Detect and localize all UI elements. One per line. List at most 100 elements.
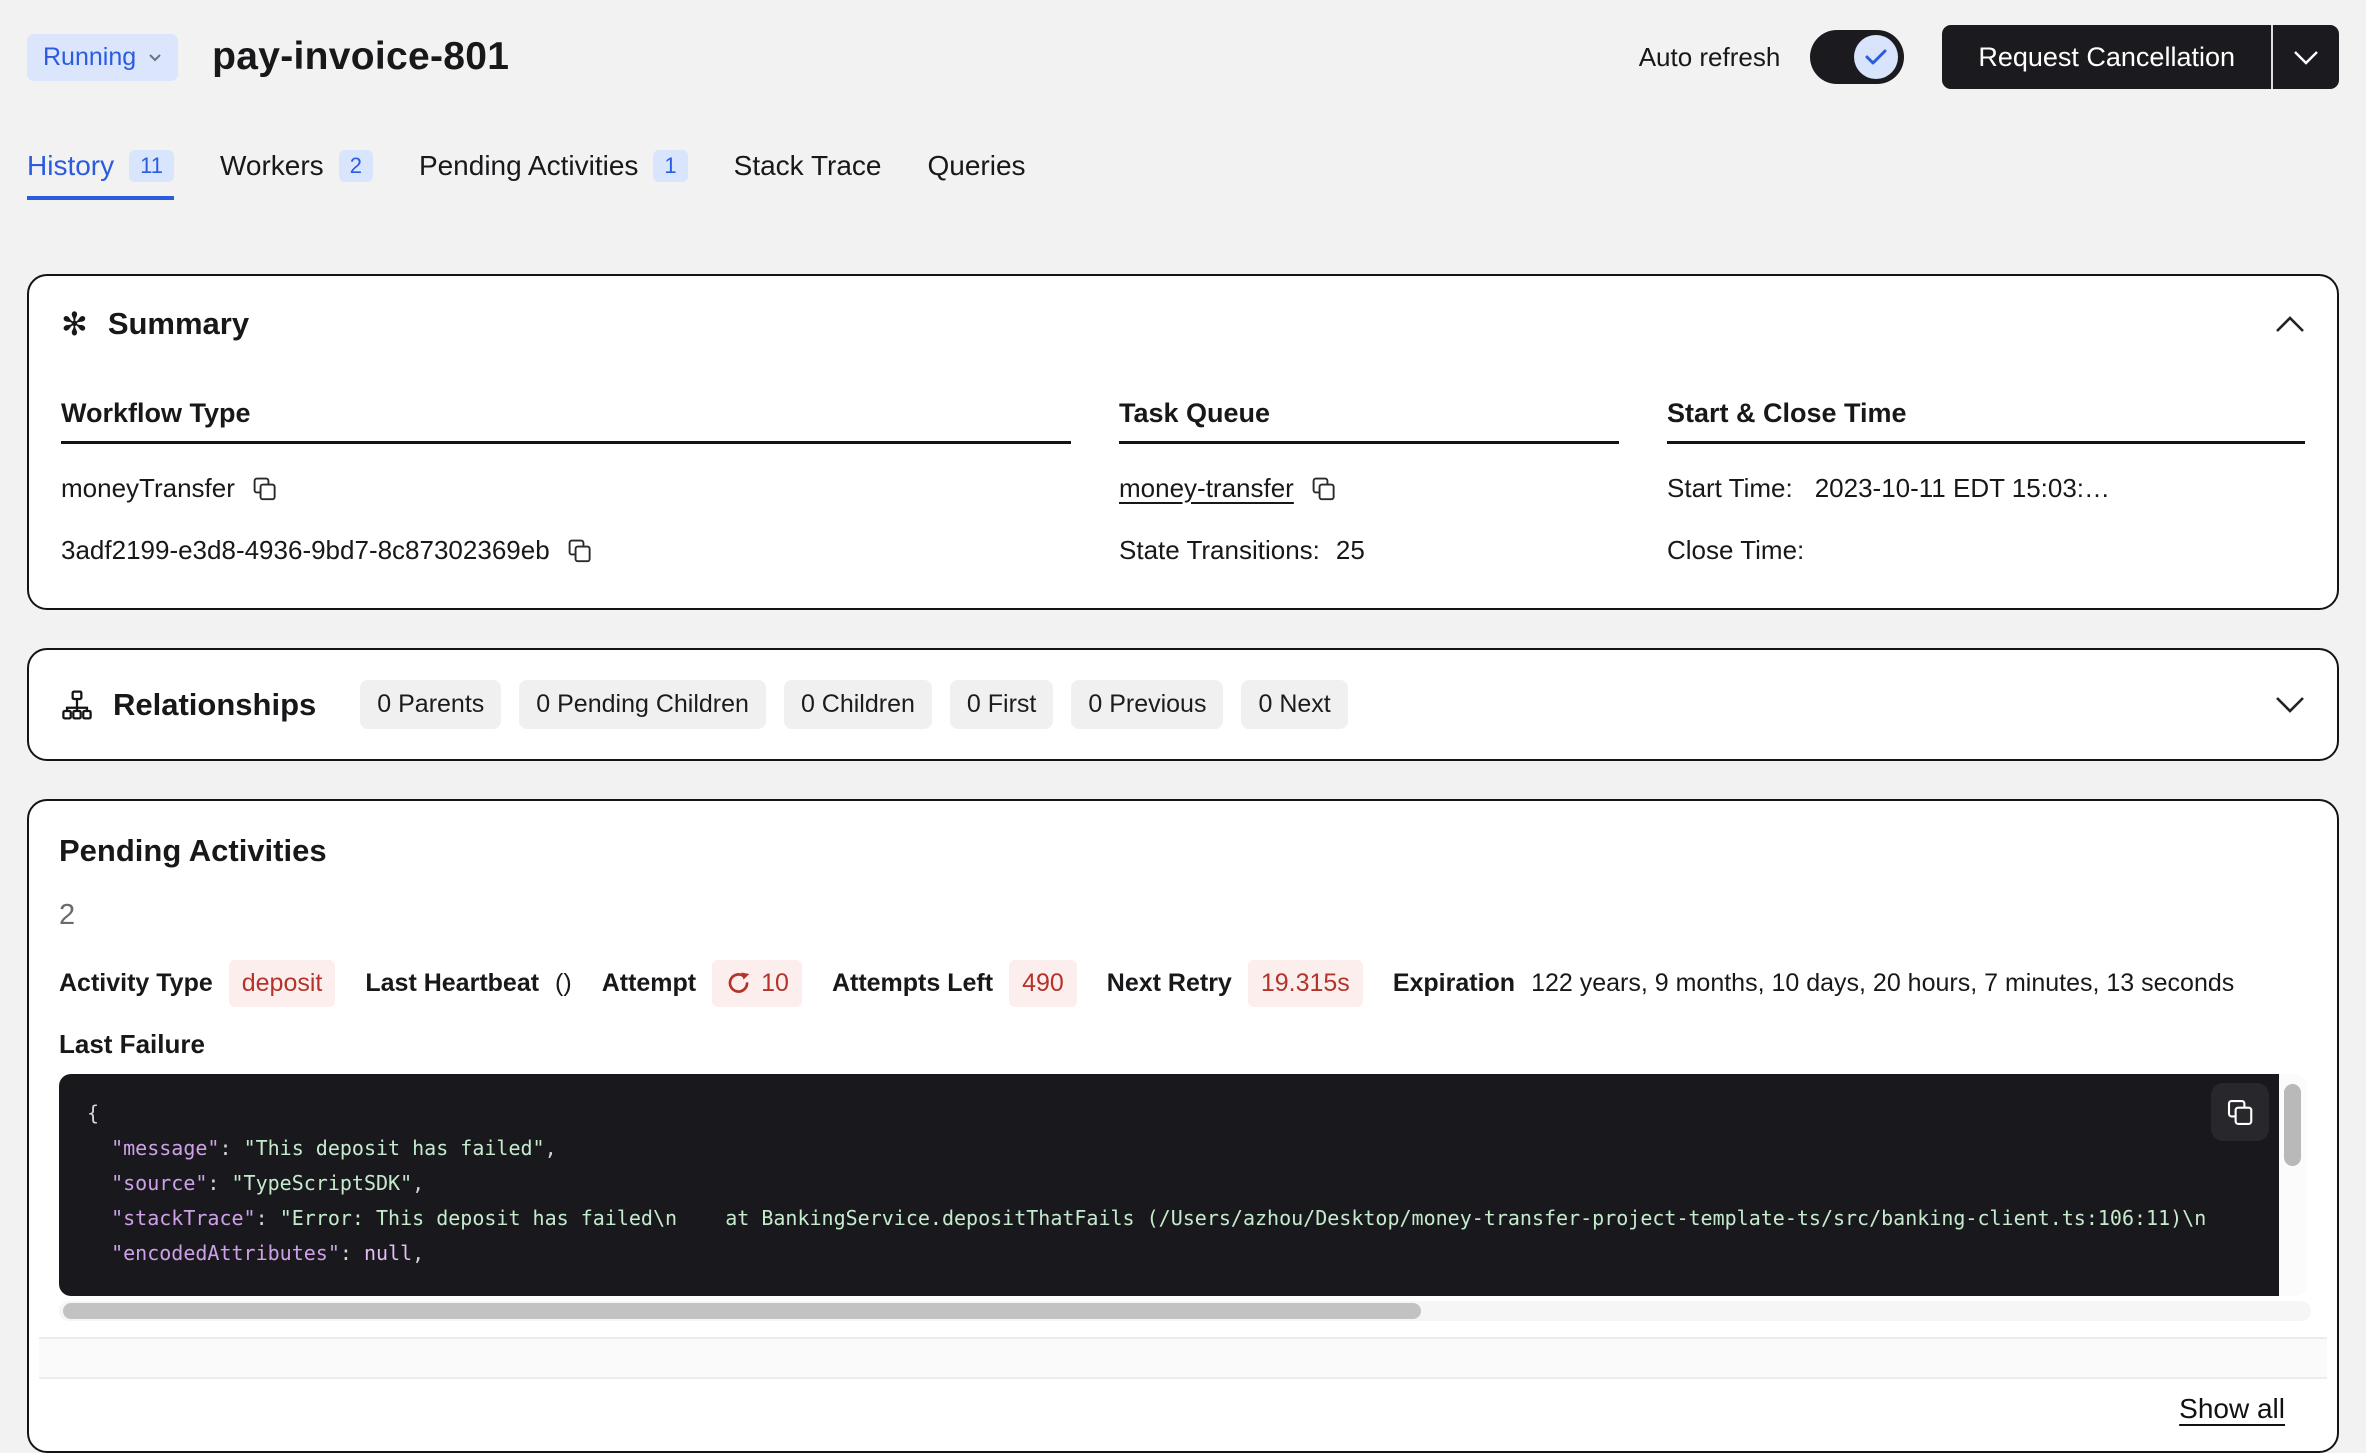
vertical-scrollbar-thumb[interactable]: [2284, 1084, 2301, 1166]
horizontal-scrollbar-thumb[interactable]: [63, 1303, 1421, 1319]
last-failure-viewer: { "message": "This deposit has failed", …: [59, 1074, 2307, 1296]
copy-button[interactable]: [1310, 475, 1337, 502]
horizontal-scrollbar: [59, 1301, 2311, 1321]
start-time-label: Start Time:: [1667, 473, 1793, 504]
request-cancellation-split-button: Request Cancellation: [1942, 25, 2339, 89]
relationship-count-pill: 0 Pending Children: [519, 680, 766, 729]
next-retry-label: Next Retry: [1107, 969, 1232, 998]
task-queue-column: Task Queue money-transfer State Transiti…: [1119, 398, 1619, 568]
attempt-value: 10: [761, 969, 789, 998]
toggle-knob: [1854, 35, 1898, 79]
close-time-label: Close Time:: [1667, 535, 1804, 566]
relationships-expand-button[interactable]: [2275, 696, 2305, 713]
last-heartbeat-value: (): [555, 969, 572, 998]
chevron-down-icon: [2293, 50, 2319, 65]
expiration-label: Expiration: [1393, 969, 1515, 998]
code-copy-button[interactable]: [2211, 1083, 2269, 1141]
auto-refresh-toggle[interactable]: [1810, 30, 1904, 84]
tab-label: Queries: [928, 150, 1026, 182]
task-queue-link[interactable]: money-transfer: [1119, 473, 1294, 504]
tab-count-badge: 11: [129, 150, 174, 182]
request-cancellation-button[interactable]: Request Cancellation: [1942, 25, 2271, 89]
start-close-time-header: Start & Close Time: [1667, 398, 2305, 444]
pending-activities-count: 2: [59, 899, 2307, 932]
task-queue-header: Task Queue: [1119, 398, 1619, 444]
tab-stack-trace[interactable]: Stack Trace: [734, 150, 882, 200]
run-id-value: 3adf2199-e3d8-4936-9bd7-8c87302369eb: [61, 535, 550, 566]
hierarchy-icon: [61, 689, 93, 721]
summary-card: ✻ Summary Workflow Type moneyTransfer 3a…: [27, 274, 2339, 610]
start-close-time-column: Start & Close Time Start Time: 2023-10-1…: [1667, 398, 2305, 568]
relationship-count-pill: 0 Parents: [360, 680, 501, 729]
code-line: {: [87, 1096, 2251, 1131]
chevron-up-icon: [2275, 316, 2305, 333]
relationships-card: Relationships 0 Parents 0 Pending Childre…: [27, 648, 2339, 761]
relationship-count-pill: 0 Next: [1241, 680, 1347, 729]
check-icon: [1865, 48, 1887, 66]
next-retry-badge: 19.315s: [1248, 960, 1363, 1007]
tab-history[interactable]: History 11: [27, 150, 174, 200]
relationship-count-pill: 0 Previous: [1071, 680, 1223, 729]
attempts-left-badge: 490: [1009, 960, 1077, 1007]
vertical-scrollbar: [2279, 1074, 2307, 1296]
tab-label: Stack Trace: [734, 150, 882, 182]
summary-collapse-button[interactable]: [2275, 316, 2305, 333]
cancellation-menu-button[interactable]: [2273, 25, 2339, 89]
pending-activities-card: Pending Activities 2 Activity Type depos…: [27, 799, 2339, 1453]
show-all-link[interactable]: Show all: [2179, 1393, 2285, 1425]
tab-bar: History 11 Workers 2 Pending Activities …: [27, 150, 2339, 200]
request-cancellation-label: Request Cancellation: [1978, 42, 2235, 73]
relationships-title: Relationships: [113, 687, 316, 723]
code-line: "message": "This deposit has failed",: [87, 1131, 2251, 1166]
summary-grid: Workflow Type moneyTransfer 3adf2199-e3d…: [61, 398, 2305, 568]
state-transitions-label: State Transitions:: [1119, 535, 1320, 566]
second-activity-row[interactable]: [39, 1337, 2327, 1379]
tab-label: History: [27, 150, 114, 182]
copy-button[interactable]: [566, 537, 593, 564]
chevron-down-icon: [2275, 696, 2305, 713]
tab-label: Workers: [220, 150, 324, 182]
tab-workers[interactable]: Workers 2: [220, 150, 373, 200]
auto-refresh-label: Auto refresh: [1639, 42, 1781, 73]
summary-icon: ✻: [61, 308, 88, 340]
summary-title: Summary: [108, 306, 249, 342]
expiration-value: 122 years, 9 months, 10 days, 20 hours, …: [1531, 969, 2234, 998]
tab-count-badge: 2: [339, 150, 373, 182]
workflow-type-value: moneyTransfer: [61, 473, 235, 504]
status-label: Running: [43, 43, 136, 72]
copy-icon: [2225, 1097, 2255, 1127]
activity-type-label: Activity Type: [59, 969, 213, 998]
start-time-value: 2023-10-11 EDT 15:03:…: [1815, 473, 2110, 504]
tab-queries[interactable]: Queries: [928, 150, 1026, 200]
tab-count-badge: 1: [653, 150, 687, 182]
pending-activities-title: Pending Activities: [59, 833, 2307, 869]
copy-icon: [566, 537, 593, 564]
tab-pending-activities[interactable]: Pending Activities 1: [419, 150, 688, 200]
top-bar: Running pay-invoice-801 Auto refresh Req…: [27, 24, 2339, 90]
state-transitions-value: 25: [1336, 535, 1365, 566]
attempt-label: Attempt: [602, 969, 696, 998]
copy-button[interactable]: [251, 475, 278, 502]
workflow-detail-page: Running pay-invoice-801 Auto refresh Req…: [0, 24, 2366, 1453]
attempt-badge: 10: [712, 960, 802, 1007]
last-failure-code: { "message": "This deposit has failed", …: [59, 1074, 2279, 1296]
activity-type-badge: deposit: [229, 960, 336, 1007]
last-heartbeat-label: Last Heartbeat: [365, 969, 539, 998]
code-line: "encodedAttributes": null,: [87, 1236, 2251, 1271]
code-line: "source": "TypeScriptSDK",: [87, 1166, 2251, 1201]
status-badge: Running: [27, 34, 178, 81]
last-failure-label: Last Failure: [59, 1029, 2307, 1060]
page-title: pay-invoice-801: [212, 35, 509, 79]
tab-label: Pending Activities: [419, 150, 638, 182]
workflow-type-header: Workflow Type: [61, 398, 1071, 444]
relationship-pills: 0 Parents 0 Pending Children 0 Children 0 F…: [360, 680, 1347, 729]
code-line: "stackTrace": "Error: This deposit has f…: [87, 1201, 2251, 1236]
copy-icon: [251, 475, 278, 502]
activity-detail-row: Activity Type deposit Last Heartbeat () …: [59, 960, 2307, 1007]
relationship-count-pill: 0 Children: [784, 680, 932, 729]
copy-icon: [1310, 475, 1337, 502]
status-caret-icon: [148, 53, 162, 62]
retry-icon: [725, 970, 752, 997]
relationship-count-pill: 0 First: [950, 680, 1053, 729]
attempts-left-label: Attempts Left: [832, 969, 993, 998]
